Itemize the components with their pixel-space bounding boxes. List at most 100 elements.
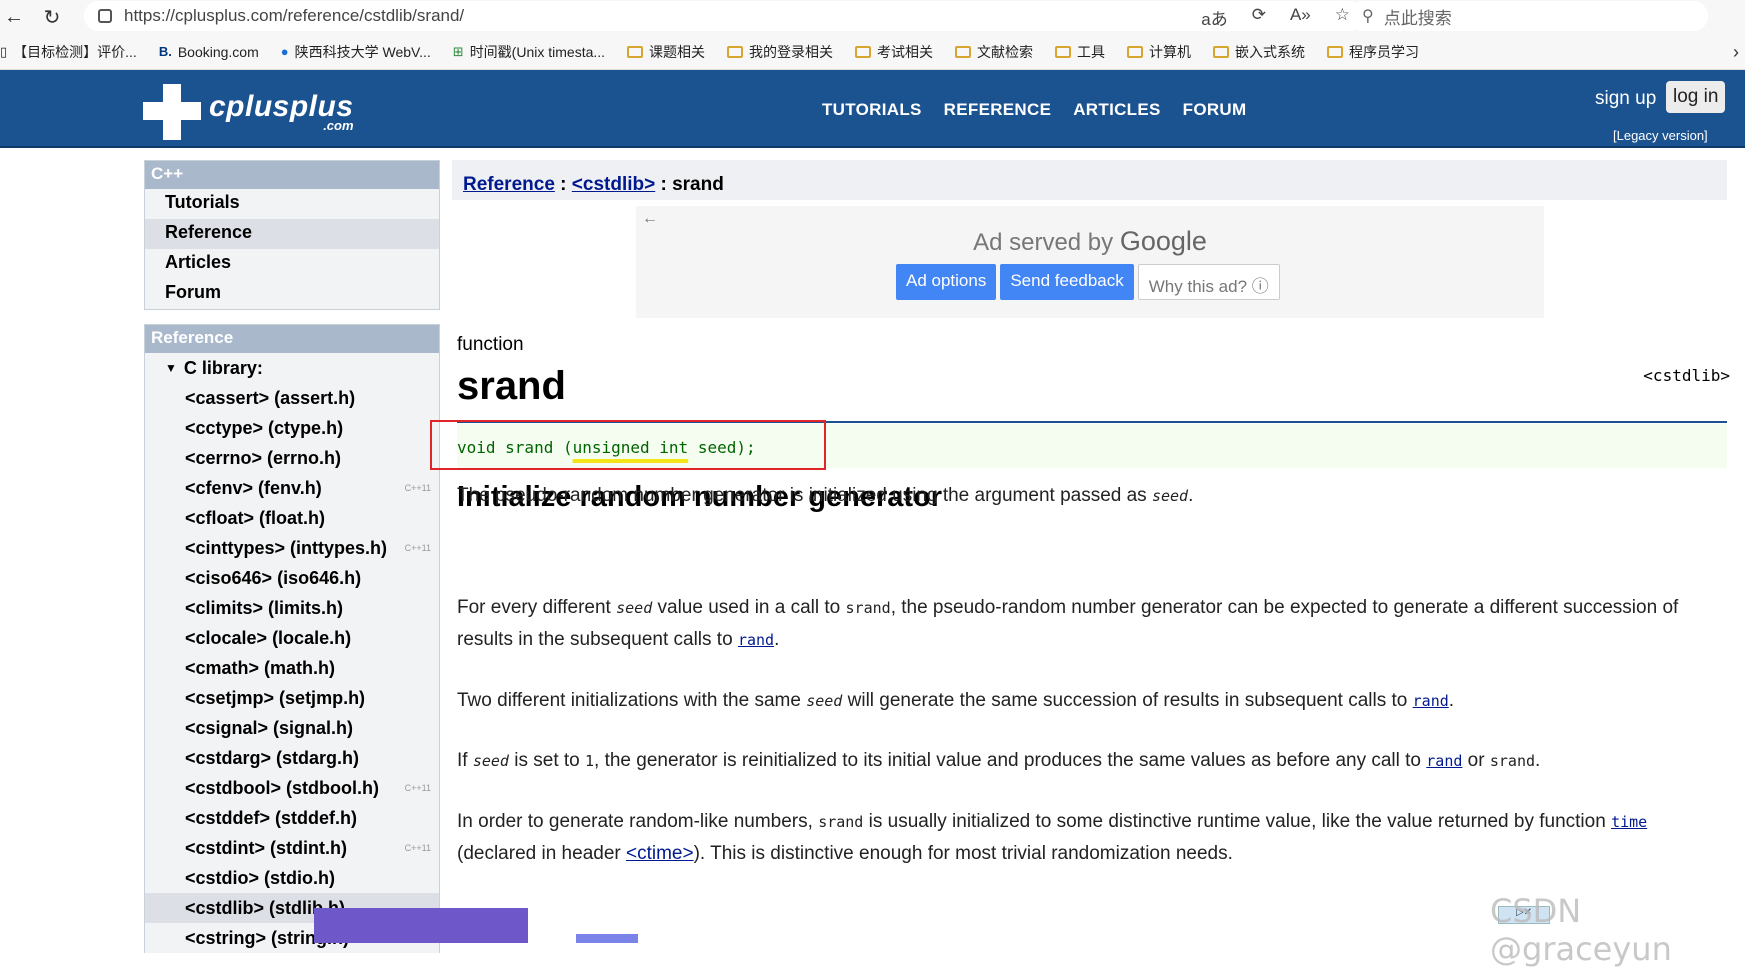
chevron-right-icon[interactable]: › — [1733, 42, 1739, 63]
logo-text: cplusplus — [209, 90, 354, 123]
bookmarks-bar: ▯ 【目标检测】评价... B. Booking.com ● 陕西科技大学 WebV.… — [0, 34, 1745, 70]
translate-icon[interactable]: aあ — [1201, 5, 1227, 30]
sidebar-item-tutorials[interactable]: Tutorials — [145, 189, 439, 219]
paragraph-3: Two different initializations with the s… — [457, 690, 1455, 711]
nav-reference[interactable]: REFERENCE — [944, 100, 1052, 120]
paragraph-4: If seed is set to 1, the generator is re… — [457, 750, 1541, 771]
search-icon: ⚲ — [1362, 8, 1374, 25]
bookmark-item[interactable]: B. Booking.com — [159, 44, 259, 60]
triangle-down-icon: ▼ — [165, 361, 177, 375]
watermark: CSDN @graceyun — [1490, 892, 1672, 968]
sidebar-lib-item[interactable]: <csetjmp> (setjmp.h) — [145, 683, 439, 713]
sidebar-item-forum[interactable]: Forum — [145, 279, 439, 309]
paragraph-2: For every different seed value used in a… — [457, 597, 1679, 650]
sidebar-lib-item[interactable]: <cinttypes> (inttypes.h) C++11 — [145, 533, 439, 563]
folder-icon — [1213, 45, 1230, 58]
bookmark-item[interactable]: ⊞ 时间戳(Unix timesta... — [453, 42, 605, 62]
address-bar[interactable]: https://cplusplus.com/reference/cstdlib/… — [84, 1, 1364, 31]
bookmark-folder[interactable]: 嵌入式系统 — [1213, 42, 1305, 62]
sidebar-lib-item[interactable]: <csignal> (signal.h) — [145, 713, 439, 743]
reference-menu-title: Reference — [145, 325, 439, 353]
nav-articles[interactable]: ARTICLES — [1073, 100, 1160, 120]
timestamp-icon: ⊞ — [452, 43, 464, 59]
globe-icon: ● — [280, 44, 289, 59]
paragraph-5: In order to generate random-like numbers… — [457, 811, 1648, 864]
bookmark-folder[interactable]: 程序员学习 — [1327, 42, 1419, 62]
url-text: https://cplusplus.com/reference/cstdlib/… — [124, 6, 465, 25]
sidebar-lib-item[interactable]: <ciso646> (iso646.h) — [145, 563, 439, 593]
sidebar-lib-item[interactable]: <cstdint> (stdint.h) C++11 — [145, 833, 439, 863]
ad-served-text: Ad served by Google — [973, 226, 1207, 256]
nav-tutorials[interactable]: TUTORIALS — [822, 100, 922, 120]
legacy-version-link[interactable]: [Legacy version] — [1613, 128, 1708, 143]
sidebar-lib-item[interactable]: <cctype> (ctype.h) — [145, 413, 439, 443]
folder-icon — [855, 45, 872, 58]
sidebar-lib-item[interactable]: <cstdbool> (stdbool.h) C++11 — [145, 773, 439, 803]
header-tag: <cstdlib> — [1643, 366, 1730, 385]
browser-search-box[interactable]: ⚲ 点此搜索 — [1348, 1, 1708, 31]
refresh-icon[interactable]: ↻ — [38, 3, 66, 31]
sidebar-lib-item[interactable]: <cassert> (assert.h) — [145, 383, 439, 413]
folder-icon — [1127, 45, 1144, 58]
breadcrumb-reference-link[interactable]: Reference — [463, 174, 555, 195]
refresh-alt-icon[interactable]: ⟳ — [1252, 5, 1266, 30]
bookmark-item[interactable]: ● 陕西科技大学 WebV... — [281, 42, 431, 62]
sidebar-lib-item[interactable]: <cstdarg> (stdarg.h) — [145, 743, 439, 773]
read-aloud-icon[interactable]: A» — [1290, 5, 1311, 30]
logo-cross-icon — [143, 84, 201, 140]
time-link[interactable]: time — [1611, 811, 1647, 832]
bookmark-folder[interactable]: 工具 — [1055, 42, 1105, 62]
sidebar-item-reference[interactable]: Reference — [145, 219, 439, 249]
sidebar-lib-item[interactable]: <cmath> (math.h) — [145, 653, 439, 683]
breadcrumb-current: srand — [672, 174, 724, 195]
site-logo[interactable]: cplusplus .com — [143, 84, 354, 140]
sidebar-item-articles[interactable]: Articles — [145, 249, 439, 279]
entity-kind: function — [457, 334, 524, 355]
reference-menu: Reference ▼ C library: <cassert> (assert… — [144, 324, 440, 953]
folder-icon — [1327, 45, 1344, 58]
signup-link[interactable]: sign up — [1595, 88, 1656, 110]
c-library-label: C library: — [183, 357, 263, 378]
bookmark-item[interactable]: ▯ 【目标检测】评价... — [0, 42, 137, 62]
folder-icon — [727, 45, 744, 58]
sidebar-lib-item[interactable]: <clocale> (locale.h) — [145, 623, 439, 653]
breadcrumb-cstdlib-link[interactable]: <cstdlib> — [572, 174, 655, 195]
site-header: cplusplus .com TUTORIALS REFERENCE ARTIC… — [0, 70, 1745, 148]
folder-icon — [1055, 45, 1072, 58]
search-placeholder: 点此搜索 — [1383, 8, 1452, 28]
browser-toolbar: ← ↻ https://cplusplus.com/reference/cstd… — [0, 0, 1745, 34]
ctime-link[interactable]: <ctime> — [626, 843, 694, 864]
nav-forum[interactable]: FORUM — [1183, 100, 1247, 120]
bottom-ad-thumb[interactable] — [576, 934, 638, 943]
sidebar-lib-item[interactable]: <cerrno> (errno.h) — [145, 443, 439, 473]
sidebar-lib-item[interactable]: <cstdio> (stdio.h) — [145, 863, 439, 893]
rand-link[interactable]: rand — [738, 629, 774, 650]
bookmark-folder[interactable]: 计算机 — [1127, 42, 1191, 62]
login-button[interactable]: log in — [1666, 81, 1726, 113]
bookmark-folder[interactable]: 课题相关 — [627, 42, 705, 62]
folder-icon — [627, 45, 644, 58]
bottom-ad-banner[interactable] — [314, 908, 528, 943]
c-library-toggle[interactable]: ▼ C library: — [145, 353, 439, 383]
rand-link[interactable]: rand — [1413, 690, 1449, 711]
sidebar-lib-item[interactable]: <cfenv> (fenv.h) C++11 — [145, 473, 439, 503]
ad-options-button[interactable]: Ad options — [896, 264, 997, 300]
send-feedback-button[interactable]: Send feedback — [1000, 264, 1134, 300]
folder-icon — [955, 45, 972, 58]
bookmark-folder[interactable]: 我的登录相关 — [727, 42, 833, 62]
bookmark-folder[interactable]: 考试相关 — [855, 42, 933, 62]
bookmark-folder[interactable]: 文献检索 — [955, 42, 1033, 62]
sidebar-lib-item[interactable]: <climits> (limits.h) — [145, 593, 439, 623]
cpp-menu: C++ Tutorials Reference Articles Forum — [144, 160, 440, 310]
page-icon: ▯ — [0, 43, 8, 59]
sidebar-lib-item[interactable]: <cstddef> (stddef.h) — [145, 803, 439, 833]
booking-icon: B. — [158, 44, 172, 59]
top-nav: TUTORIALS REFERENCE ARTICLES FORUM — [822, 100, 1246, 120]
sidebar: C++ Tutorials Reference Articles Forum R… — [144, 160, 440, 967]
ad-panel: ← Ad served by Google Ad options Send fe… — [636, 206, 1544, 318]
page-title: srand — [457, 364, 566, 408]
why-this-ad-button[interactable]: Why this ad? ⓘ — [1137, 264, 1280, 300]
sidebar-lib-item[interactable]: <cfloat> (float.h) — [145, 503, 439, 533]
back-icon[interactable]: ← — [0, 3, 28, 31]
rand-link[interactable]: rand — [1426, 750, 1462, 771]
